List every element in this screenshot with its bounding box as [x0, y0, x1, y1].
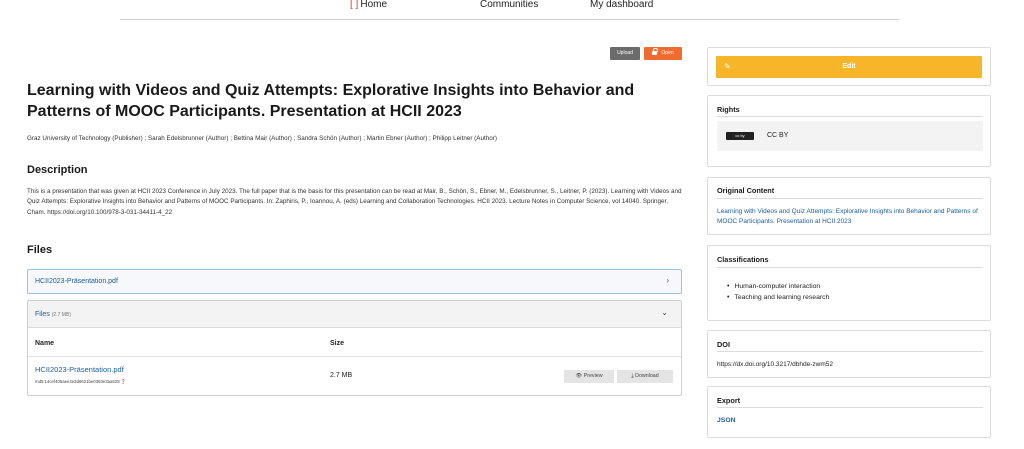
- doi-divider: [717, 351, 983, 352]
- unlock-icon: [652, 48, 659, 55]
- export-divider: [717, 407, 983, 408]
- original-content-panel: Original Content Learning with Videos an…: [707, 177, 991, 235]
- open-label: Open: [661, 50, 674, 56]
- files-panel-label: Files (2.7 MB): [35, 311, 71, 318]
- upload-button[interactable]: Upload: [610, 47, 640, 60]
- original-content-title: Original Content: [717, 186, 775, 195]
- rights-divider: [717, 116, 983, 117]
- classification-item: Human-computer interaction: [727, 281, 829, 292]
- classification-item: Teaching and learning research: [727, 292, 829, 303]
- rights-panel: Rights cc by CC BY: [707, 95, 991, 167]
- file-size: 2.7 MB: [330, 372, 353, 379]
- pencil-icon: ✎: [724, 62, 731, 71]
- original-content-link[interactable]: Learning with Videos and Quiz Attempts: …: [717, 207, 987, 227]
- preview-button[interactable]: 👁 Preview: [564, 370, 614, 383]
- classifications-list: Human-computer interaction Teaching and …: [727, 281, 829, 303]
- preview-label: Preview: [583, 373, 603, 379]
- record-authors: Graz University of Technology (Publisher…: [27, 135, 497, 142]
- column-header-name: Name: [35, 340, 55, 347]
- files-label: Files: [35, 311, 50, 318]
- description-heading: Description: [27, 164, 88, 176]
- description-text: This is a presentation that was given at…: [27, 188, 682, 216]
- files-table-panel: Files (2.7 MB) ⌄ Name Size HCII2023-Präs…: [27, 300, 682, 396]
- doi-value[interactable]: https://dx.doi.org/10.3217/dbhde-zwm52: [717, 361, 833, 368]
- file-preview-accordion[interactable]: HCII2023-Präsentation.pdf ›: [27, 269, 682, 294]
- export-panel: Export JSON: [707, 386, 991, 438]
- eye-icon: 👁: [575, 373, 583, 379]
- download-label: Download: [635, 373, 659, 379]
- open-access-button[interactable]: Open: [644, 47, 682, 60]
- cc-by-badge-icon[interactable]: cc by: [726, 132, 754, 140]
- original-divider: [717, 198, 983, 199]
- download-button[interactable]: ⤓ Download: [617, 370, 673, 383]
- export-json-link[interactable]: JSON: [717, 417, 736, 424]
- files-total-size: (2.7 MB): [51, 312, 71, 318]
- nav-communities[interactable]: Communities: [480, 0, 538, 10]
- nav-home[interactable]: [ ] Home: [350, 0, 387, 10]
- record-title: Learning with Videos and Quiz Attempts: …: [27, 82, 635, 120]
- license-label: CC BY: [767, 132, 789, 139]
- files-panel-header[interactable]: Files (2.7 MB) ⌄: [28, 301, 681, 328]
- edit-button[interactable]: ✎ Edit: [716, 56, 982, 78]
- license-box: cc by CC BY: [717, 121, 983, 151]
- doi-title: DOI: [717, 340, 730, 349]
- edit-panel: ✎ Edit: [707, 47, 991, 86]
- file-link[interactable]: HCII2023-Präsentation.pdf: [35, 365, 124, 374]
- classifications-divider: [717, 267, 983, 268]
- preview-file-name: HCII2023-Präsentation.pdf: [35, 278, 118, 285]
- row-divider: [28, 356, 681, 357]
- nav-home-label: Home: [360, 0, 388, 10]
- top-navigation: [ ] Home Communities My dashboard: [120, 0, 899, 20]
- chevron-down-icon: ⌄: [661, 308, 668, 317]
- chevron-right-icon: ›: [666, 276, 669, 285]
- md5-text: md5:14cef405aee4e3d8621be0393e3aa628: [35, 379, 120, 384]
- file-checksum: md5:14cef405aee4e3d8621be0393e3aa628 ❓: [35, 379, 126, 385]
- nav-dashboard[interactable]: My dashboard: [590, 0, 653, 10]
- rights-title: Rights: [717, 105, 740, 114]
- export-title: Export: [717, 396, 741, 405]
- files-heading: Files: [27, 244, 53, 256]
- home-icon: [ ]: [350, 0, 359, 10]
- edit-label: Edit: [842, 63, 856, 70]
- help-icon[interactable]: ❓: [121, 379, 126, 384]
- classifications-title: Classifications: [717, 255, 769, 264]
- doi-panel: DOI https://dx.doi.org/10.3217/dbhde-zwm…: [707, 330, 991, 378]
- classifications-panel: Classifications Human-computer interacti…: [707, 245, 991, 321]
- download-icon: ⤓: [631, 373, 634, 379]
- column-header-size: Size: [330, 340, 345, 347]
